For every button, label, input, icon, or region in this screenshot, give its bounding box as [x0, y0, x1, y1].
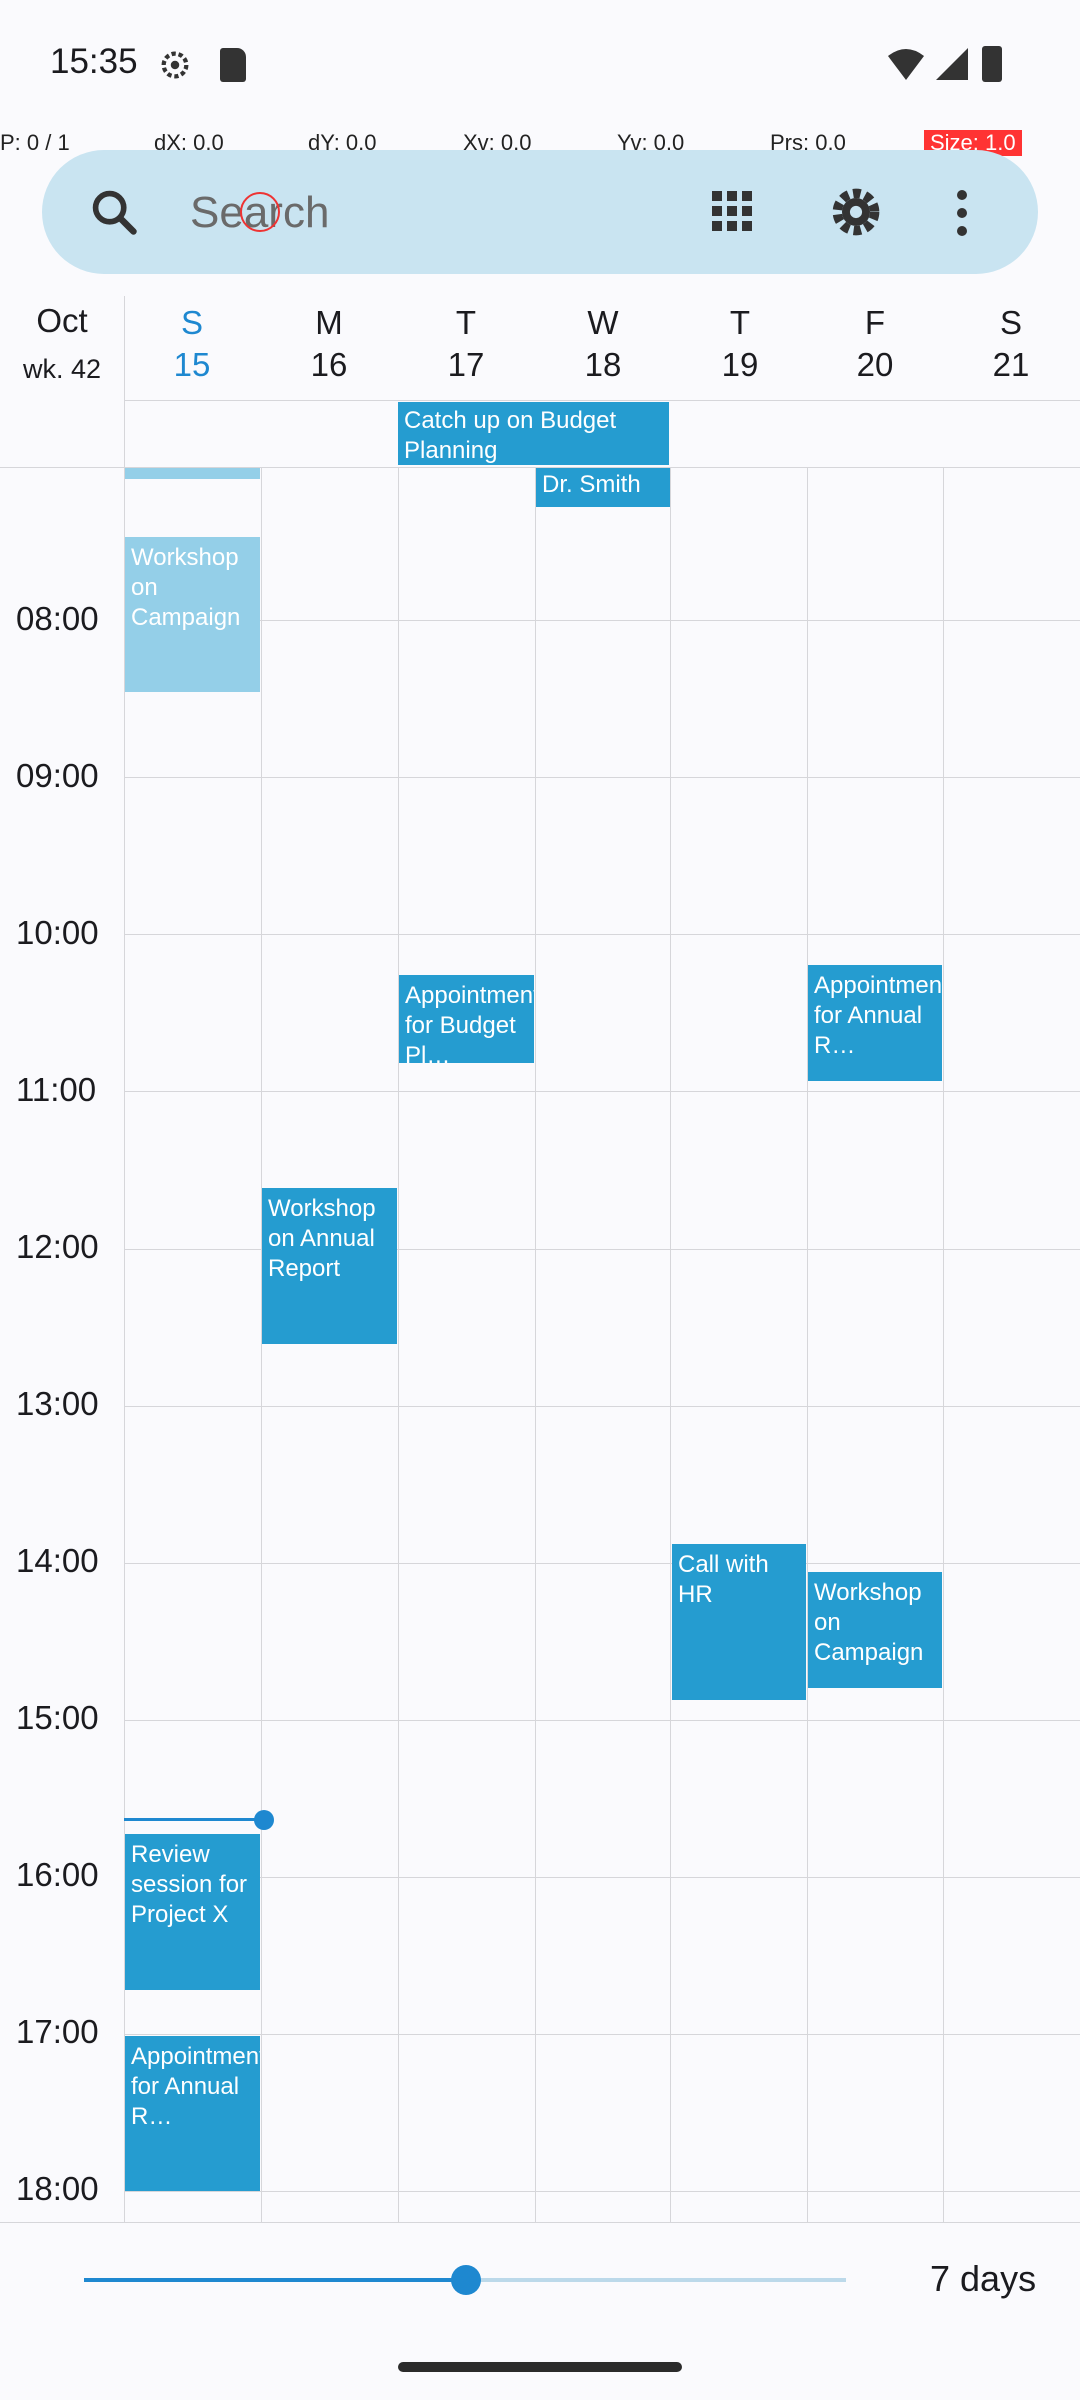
grid-column-line	[398, 467, 399, 2222]
current-time-dot	[254, 1810, 274, 1830]
day-header-mon[interactable]: M 16	[261, 302, 397, 386]
hour-label: 18:00	[16, 2170, 99, 2207]
day-header-wed[interactable]: W 18	[535, 302, 671, 386]
day-letter: S	[999, 304, 1022, 341]
day-letter: F	[864, 304, 886, 341]
hour-label: 16:00	[16, 1856, 99, 1893]
event-wed-dr-smith[interactable]: Dr. Smith	[536, 468, 670, 507]
hour-label: 11:00	[16, 1071, 97, 1108]
debug-pointer: P: 0 / 1	[0, 130, 70, 155]
grid-hour-line	[124, 1091, 1080, 1092]
grid-hour-line	[124, 934, 1080, 935]
grid-column-line	[535, 467, 536, 2222]
settings-status-icon	[158, 48, 192, 82]
day-header-sun[interactable]: S 15	[124, 302, 260, 386]
event-fri-appointment[interactable]: Appointment for Annual R…	[808, 965, 942, 1081]
hour-label: 08:00	[16, 600, 99, 637]
event-tue-appointment[interactable]: Appointment for Budget Pl…	[399, 975, 534, 1063]
grid-hour-line	[124, 1720, 1080, 1721]
grid-hour-line	[124, 1877, 1080, 1878]
event-mon-workshop-annual[interactable]: Workshop on Annual Report	[262, 1188, 397, 1344]
status-time: 15:35	[50, 42, 138, 81]
touch-indicator	[240, 192, 280, 232]
day-number: 18	[584, 346, 622, 383]
hour-label: 12:00	[16, 1228, 99, 1265]
battery-icon	[982, 46, 1002, 82]
days-slider-fill	[84, 2278, 466, 2282]
event-fri-workshop-campaign[interactable]: Workshop on Campaign	[808, 1572, 942, 1688]
wifi-icon	[886, 46, 926, 87]
days-count-label: 7 days	[930, 2258, 1037, 2299]
hour-label: 10:00	[16, 914, 99, 951]
hour-label: 13:00	[16, 1385, 99, 1422]
sd-card-icon	[220, 48, 246, 82]
day-letter: S	[180, 304, 203, 341]
day-number: 20	[856, 346, 894, 383]
day-number: 15	[173, 346, 211, 383]
event-allday-budget[interactable]: Catch up on Budget Planning	[398, 402, 669, 465]
day-letter: M	[315, 304, 343, 341]
header-divider	[124, 400, 1080, 401]
month-label: Oct	[36, 302, 88, 339]
event-sun-workshop-campaign[interactable]: Workshop on Campaign	[125, 537, 260, 692]
day-number: 21	[992, 346, 1030, 383]
grid-column-line	[670, 467, 671, 2222]
hour-label: 14:00	[16, 1542, 99, 1579]
day-header-sat[interactable]: S 21	[943, 302, 1079, 386]
signal-icon	[934, 46, 970, 87]
event-sun-review-session[interactable]: Review session for Project X	[125, 1834, 260, 1990]
grid-bottom-line	[0, 2222, 1080, 2223]
event-sun-early[interactable]	[125, 468, 260, 479]
grid-hour-line	[124, 1563, 1080, 1564]
grid-column-line	[943, 467, 944, 2222]
day-letter: T	[455, 304, 477, 341]
grid-hour-line	[124, 1406, 1080, 1407]
day-number: 16	[310, 346, 348, 383]
days-slider-thumb[interactable]	[451, 2265, 481, 2295]
day-header-fri[interactable]: F 20	[807, 302, 943, 386]
event-thu-call-hr[interactable]: Call with HR	[672, 1544, 806, 1700]
more-options-icon[interactable]	[955, 188, 969, 236]
hour-label: 15:00	[16, 1699, 99, 1736]
event-sun-appointment[interactable]: Appointment for Annual R…	[125, 2036, 260, 2191]
gesture-nav-handle[interactable]	[398, 2362, 682, 2372]
day-letter: T	[729, 304, 751, 341]
current-time-line	[124, 1818, 264, 1821]
search-icon[interactable]	[88, 186, 140, 243]
day-number: 17	[447, 346, 485, 383]
day-header-thu[interactable]: T 19	[672, 302, 808, 386]
hour-label: 09:00	[16, 757, 99, 794]
grid-hour-line	[124, 777, 1080, 778]
grid-column-line	[261, 467, 262, 2222]
day-header-tue[interactable]: T 17	[398, 302, 534, 386]
day-number: 19	[721, 346, 759, 383]
hour-label: 17:00	[16, 2013, 99, 2050]
settings-gear-icon[interactable]	[828, 184, 884, 245]
week-label: wk. 42	[22, 354, 102, 384]
grid-hour-line	[124, 2034, 1080, 2035]
grid-hour-line	[124, 2191, 1080, 2192]
grid-hour-line	[124, 620, 1080, 621]
day-letter: W	[587, 304, 619, 341]
grid-column-line	[807, 467, 808, 2222]
grid-view-icon[interactable]	[708, 187, 756, 240]
